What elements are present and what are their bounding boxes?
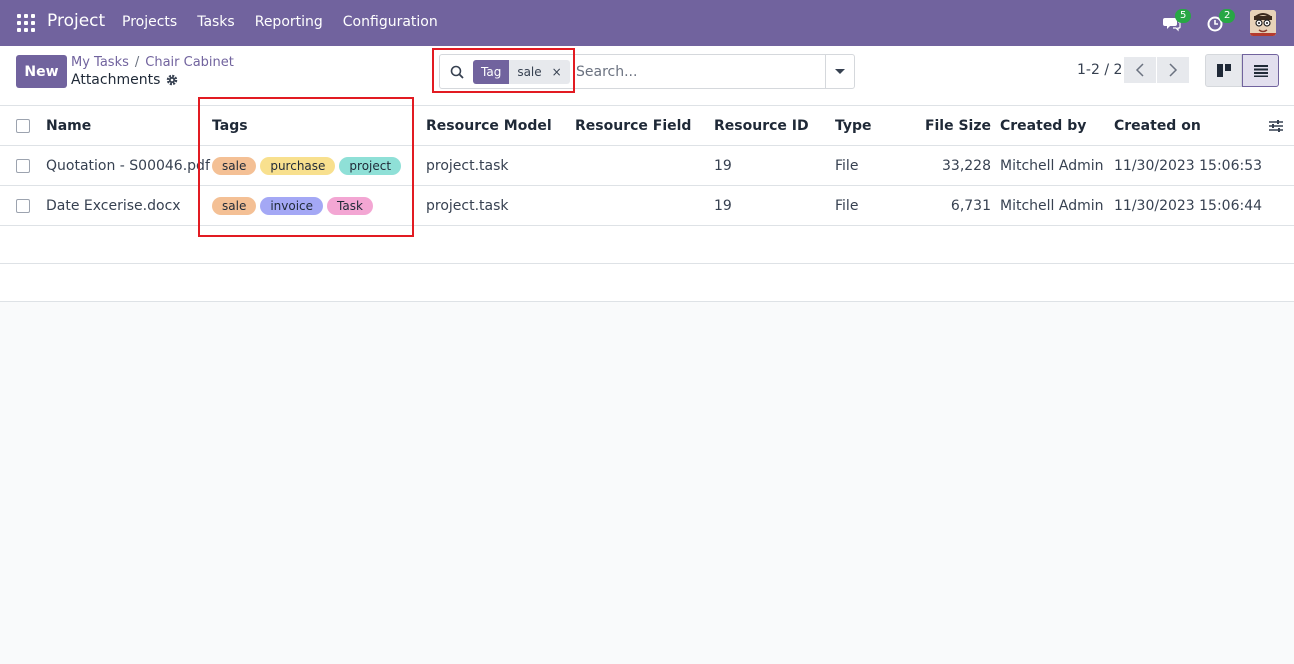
column-header-type[interactable]: Type — [835, 106, 872, 146]
cell-file-size: 33,228 — [942, 158, 991, 174]
search-input[interactable] — [576, 61, 816, 83]
cell-name: Date Excerise.docx — [46, 198, 181, 214]
cell-resource-id: 19 — [714, 158, 732, 174]
table-row[interactable]: Quotation - S00046.pdf sale purchase pro… — [0, 146, 1294, 186]
top-navbar: Project Projects Tasks Reporting Configu… — [0, 0, 1294, 46]
cell-type: File — [835, 158, 859, 174]
empty-list-row — [0, 264, 1294, 302]
kanban-view-button[interactable] — [1205, 54, 1242, 87]
cell-created-on: 11/30/2023 15:06:44 — [1114, 198, 1263, 214]
list-view-button[interactable] — [1242, 54, 1279, 87]
menu-tasks[interactable]: Tasks — [197, 14, 235, 30]
chevron-left-icon — [1135, 63, 1144, 77]
page-title: Attachments — [71, 72, 161, 88]
breadcrumb: My Tasks / Chair Cabinet — [71, 55, 234, 70]
column-header-created-on[interactable]: Created on — [1114, 106, 1201, 146]
avatar-face-icon — [1250, 10, 1276, 36]
search-options-toggle[interactable] — [825, 55, 854, 88]
select-all-checkbox[interactable] — [16, 119, 30, 133]
breadcrumb-separator: / — [134, 55, 140, 70]
user-avatar[interactable] — [1250, 10, 1276, 36]
list-icon — [1253, 64, 1268, 77]
table-header: Name Tags Resource Model Resource Field … — [0, 106, 1294, 146]
apps-menu-icon[interactable] — [17, 14, 35, 32]
optional-columns-icon[interactable] — [1268, 118, 1284, 134]
app-brand[interactable]: Project — [47, 11, 105, 31]
cell-resource-model: project.task — [426, 198, 509, 214]
cell-type: File — [835, 198, 859, 214]
cell-file-size: 6,731 — [950, 198, 991, 214]
column-header-resource-id[interactable]: Resource ID — [714, 106, 809, 146]
caret-down-icon — [835, 69, 845, 74]
kanban-icon — [1216, 63, 1231, 77]
column-header-resource-model[interactable]: Resource Model — [426, 106, 552, 146]
pager-next-button[interactable] — [1157, 57, 1189, 83]
row-checkbox[interactable] — [16, 159, 30, 173]
cell-created-by: Mitchell Admin — [1000, 198, 1104, 214]
new-button[interactable]: New — [16, 55, 67, 88]
menu-reporting[interactable]: Reporting — [255, 14, 323, 30]
cell-name: Quotation - S00046.pdf — [46, 158, 210, 174]
messages-button[interactable]: 5 — [1163, 9, 1192, 34]
activities-count-badge: 2 — [1219, 9, 1236, 23]
menu-projects[interactable]: Projects — [122, 14, 177, 30]
column-header-file-size[interactable]: File Size — [900, 106, 991, 146]
column-header-created-by[interactable]: Created by — [1000, 106, 1086, 146]
menu-configuration[interactable]: Configuration — [343, 14, 438, 30]
empty-list-row — [0, 226, 1294, 264]
cell-resource-id: 19 — [714, 198, 732, 214]
breadcrumb-my-tasks[interactable]: My Tasks — [71, 55, 129, 70]
row-checkbox[interactable] — [16, 199, 30, 213]
control-panel: New My Tasks / Chair Cabinet Attachments T… — [0, 46, 1294, 106]
highlight-box-tags-column — [198, 97, 414, 237]
activities-button[interactable]: 2 — [1207, 9, 1236, 34]
main-menu: Projects Tasks Reporting Configuration — [122, 14, 458, 30]
column-header-name[interactable]: Name — [46, 106, 91, 146]
messages-count-badge: 5 — [1175, 9, 1192, 23]
column-header-resource-field[interactable]: Resource Field — [575, 106, 691, 146]
pager-previous-button[interactable] — [1124, 57, 1156, 83]
attachments-list: Name Tags Resource Model Resource Field … — [0, 106, 1294, 302]
table-row[interactable]: Date Excerise.docx sale invoice Task pro… — [0, 186, 1294, 226]
cell-resource-model: project.task — [426, 158, 509, 174]
chevron-right-icon — [1169, 63, 1178, 77]
pager-value[interactable]: 1-2 / 2 — [1077, 62, 1122, 78]
highlight-box-search-facet — [432, 48, 575, 93]
page-title-row: Attachments — [71, 72, 178, 88]
breadcrumb-chair-cabinet[interactable]: Chair Cabinet — [145, 55, 234, 70]
cell-created-by: Mitchell Admin — [1000, 158, 1104, 174]
cell-created-on: 11/30/2023 15:06:53 — [1114, 158, 1263, 174]
gear-icon[interactable] — [166, 74, 178, 86]
